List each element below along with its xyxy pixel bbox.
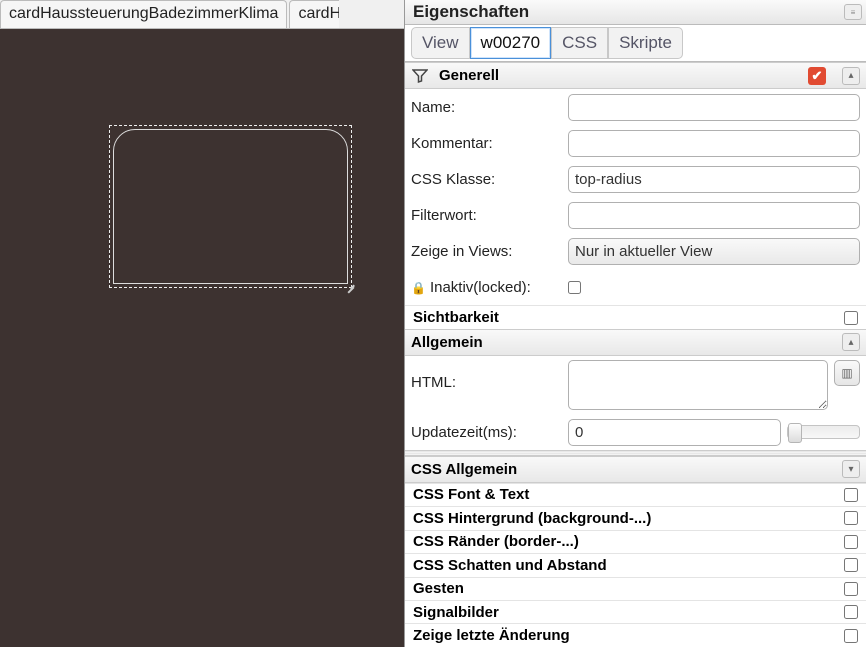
locked-checkbox[interactable] — [568, 281, 581, 294]
section-cssshadow-checkbox[interactable] — [844, 558, 858, 572]
section-allgemein-body: HTML: ▥ Updatezeit(ms): — [405, 356, 866, 450]
section-signal-checkbox[interactable] — [844, 605, 858, 619]
section-gesten-title: Gesten — [413, 580, 844, 597]
updatetime-label: Updatezeit(ms): — [411, 424, 568, 441]
lock-icon: 🔒 — [411, 281, 426, 295]
comment-label: Kommentar: — [411, 135, 568, 152]
section-cssborder-checkbox[interactable] — [844, 535, 858, 549]
section-cssbg-title: CSS Hintergrund (background-...) — [413, 510, 844, 527]
section-allgemein-title: Allgemein — [411, 334, 483, 351]
mode-tab-css[interactable]: CSS — [551, 27, 608, 59]
widget-top-radius-box — [113, 129, 348, 284]
section-sichtbarkeit-title: Sichtbarkeit — [413, 309, 844, 326]
section-generell-title: Generell — [439, 67, 499, 84]
section-cssbg-checkbox[interactable] — [844, 511, 858, 525]
cssclass-input[interactable] — [568, 166, 860, 193]
section-sichtbarkeit-header[interactable]: Sichtbarkeit — [405, 305, 866, 328]
section-signal-title: Signalbilder — [413, 604, 844, 621]
slider-thumb-icon[interactable] — [788, 423, 802, 443]
view-tabstrip: cardHaussteuerungBadezimmerKlima cardH — [0, 0, 404, 29]
section-lastchange-header[interactable]: Zeige letzte Änderung — [405, 623, 866, 646]
showinviews-label: Zeige in Views: — [411, 243, 568, 260]
mode-tab-widget[interactable]: w00270 — [470, 27, 552, 59]
section-allgemein-collapse[interactable]: ▴ — [842, 333, 860, 351]
section-lastchange-checkbox[interactable] — [844, 629, 858, 643]
updatetime-slider[interactable] — [787, 425, 860, 439]
view-tab-0[interactable]: cardHaussteuerungBadezimmerKlima — [0, 0, 287, 28]
section-cssshadow-header[interactable]: CSS Schatten und Abstand — [405, 553, 866, 576]
section-generell-toggle[interactable]: ✔ — [808, 67, 826, 85]
section-generell-collapse[interactable]: ▴ — [842, 67, 860, 85]
view-tab-1[interactable]: cardH — [289, 0, 339, 28]
mode-tab-scripts[interactable]: Skripte — [608, 27, 683, 59]
properties-header: Eigenschaften ≡ — [405, 0, 866, 25]
name-label: Name: — [411, 99, 568, 116]
section-allgemein-header[interactable]: Allgemein ▴ — [405, 329, 866, 356]
section-gesten-checkbox[interactable] — [844, 582, 858, 596]
section-cssshadow-title: CSS Schatten und Abstand — [413, 557, 844, 574]
section-lastchange-title: Zeige letzte Änderung — [413, 627, 844, 644]
name-input[interactable] — [568, 94, 860, 121]
html-label: HTML: — [411, 360, 568, 391]
section-cssbg-header[interactable]: CSS Hintergrund (background-...) — [405, 506, 866, 529]
section-cssallgemein-header[interactable]: CSS Allgemein ▾ — [405, 456, 866, 483]
comment-input[interactable] — [568, 130, 860, 157]
section-sichtbarkeit-checkbox[interactable] — [844, 311, 858, 325]
section-cssfont-header[interactable]: CSS Font & Text — [405, 483, 866, 506]
updatetime-input[interactable] — [568, 419, 781, 446]
resize-handle-icon[interactable] — [345, 281, 355, 291]
section-cssborder-header[interactable]: CSS Ränder (border-...) — [405, 530, 866, 553]
filterword-label: Filterwort: — [411, 207, 568, 224]
section-signal-header[interactable]: Signalbilder — [405, 600, 866, 623]
locked-label: 🔒Inaktiv(locked): — [411, 279, 568, 296]
section-generell-header[interactable]: Generell ✔ ▴ — [405, 62, 866, 89]
selected-widget[interactable] — [109, 125, 352, 288]
properties-title: Eigenschaften — [413, 2, 529, 22]
editor-canvas[interactable] — [0, 29, 404, 647]
mode-tab-view[interactable]: View — [411, 27, 470, 59]
filterword-input[interactable] — [568, 202, 860, 229]
cssclass-label: CSS Klasse: — [411, 171, 568, 188]
funnel-icon — [411, 67, 429, 85]
section-generell-body: Name: Kommentar: CSS Klasse: Filterwort:… — [405, 89, 866, 305]
section-gesten-header[interactable]: Gesten — [405, 577, 866, 600]
section-cssallgemein-collapse[interactable]: ▾ — [842, 460, 860, 478]
section-cssfont-title: CSS Font & Text — [413, 486, 844, 503]
section-cssfont-checkbox[interactable] — [844, 488, 858, 502]
section-cssborder-title: CSS Ränder (border-...) — [413, 533, 844, 550]
panel-minimize-button[interactable]: ≡ — [844, 4, 862, 20]
html-edit-button[interactable]: ▥ — [834, 360, 860, 386]
html-textarea[interactable] — [568, 360, 828, 410]
section-cssallgemein-title: CSS Allgemein — [411, 461, 517, 478]
showinviews-select[interactable]: Nur in aktueller View — [568, 238, 860, 265]
mode-tabbar: View w00270 CSS Skripte — [405, 25, 866, 62]
